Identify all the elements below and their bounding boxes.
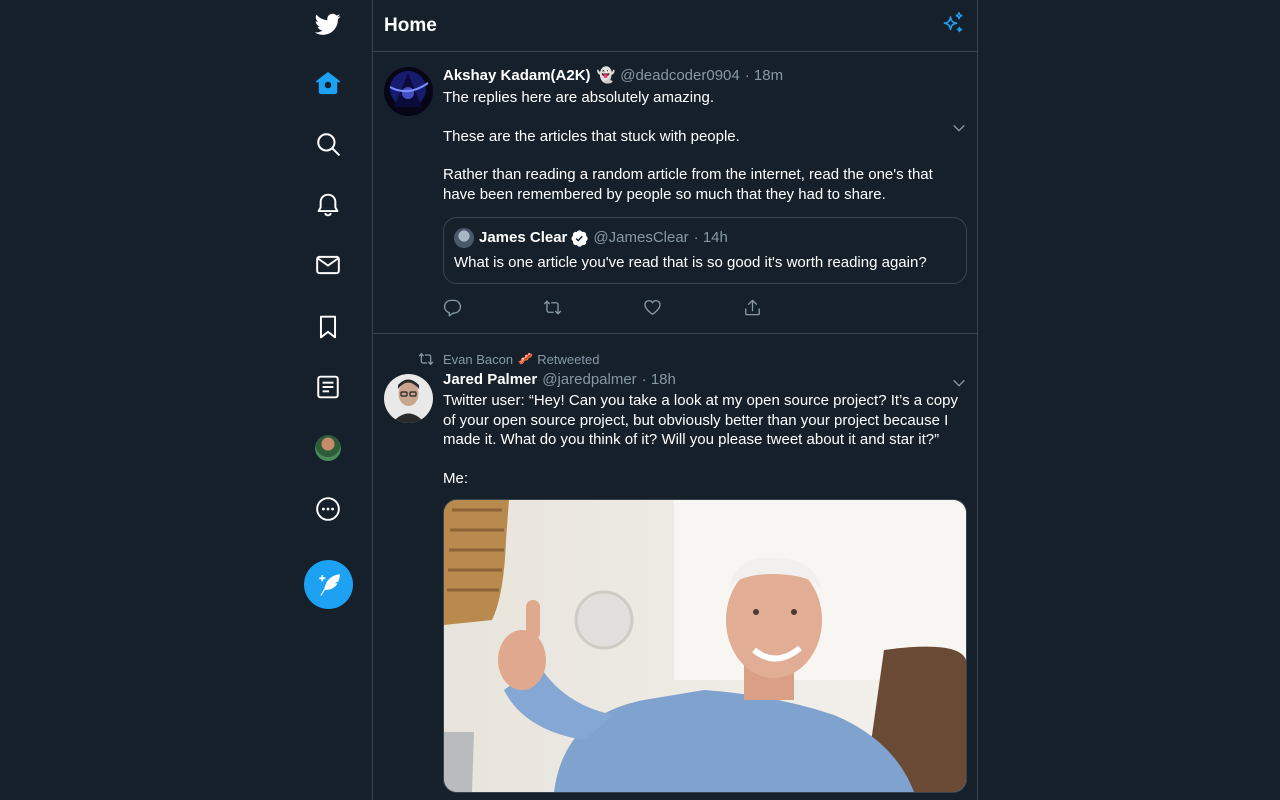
author-handle[interactable]: @jaredpalmer (542, 370, 636, 390)
quoted-tweet[interactable]: James Clear @JamesClear · 14h What is on… (443, 217, 967, 284)
side-navigation (298, 0, 358, 800)
retweet-icon (418, 353, 434, 365)
chevron-down-icon[interactable] (951, 120, 967, 136)
home-icon[interactable] (298, 63, 358, 103)
avatar[interactable] (384, 67, 433, 116)
explore-icon[interactable] (298, 124, 358, 164)
tweet-text: Twitter user: “Hey! Can you take a look … (443, 391, 967, 488)
author-handle[interactable]: @deadcoder0904 (620, 66, 740, 86)
tweet-header: Akshay Kadam(A2K) 👻 @deadcoder0904 · 18m (443, 66, 967, 86)
tweet-paragraph: Twitter user: “Hey! Can you take a look … (443, 392, 958, 448)
chevron-down-icon[interactable] (951, 375, 967, 391)
tweet-image[interactable] (443, 499, 967, 793)
quoted-author-name: James Clear (479, 229, 568, 246)
quoted-tweet-text: What is one article you've read that is … (454, 254, 927, 271)
quoted-tweet-time: · 14h (693, 229, 728, 246)
retweet-icon (543, 300, 562, 315)
compose-tweet-icon (318, 573, 340, 596)
bookmarks-icon[interactable] (298, 307, 358, 347)
tweet-paragraph: These are the articles that stuck with p… (443, 127, 740, 145)
tweet-time[interactable]: · 18m (745, 66, 783, 86)
verified-badge-icon (571, 229, 589, 247)
sparkle-icon[interactable] (941, 11, 965, 40)
compose-tweet-button[interactable] (304, 560, 353, 609)
avatar[interactable] (384, 374, 433, 423)
bacon-emoji: 🥓 (517, 351, 534, 366)
notifications-icon[interactable] (298, 185, 358, 225)
twitter-logo-icon[interactable] (298, 4, 358, 44)
author-name[interactable]: Jared Palmer (443, 370, 537, 390)
home-timeline: Home Akshay Kadam(A2K) 👻 @deadcoder0904 … (372, 0, 978, 800)
quoted-author-handle: @JamesClear (593, 229, 689, 246)
retweeter-name[interactable]: Evan Bacon (443, 352, 513, 367)
lists-icon[interactable] (298, 367, 358, 407)
messages-icon[interactable] (298, 245, 358, 285)
heart-icon (644, 299, 661, 315)
retweeted-label: Retweeted (537, 351, 600, 367)
tweet-paragraph: Rather than reading a random article fro… (443, 166, 933, 203)
reply-icon (443, 299, 462, 317)
retweet-button[interactable] (543, 298, 643, 318)
ghost-emoji: 👻 (596, 67, 616, 84)
reply-button[interactable] (443, 298, 543, 318)
share-button[interactable] (743, 298, 843, 318)
tweet-text: The replies here are absolutely amazing.… (443, 88, 967, 204)
tweet-paragraph: The replies here are absolutely amazing. (443, 89, 714, 106)
tweet[interactable]: Evan Bacon 🥓 Retweeted Jared Palmer @jar… (373, 334, 977, 800)
like-button[interactable] (643, 298, 743, 318)
quoted-tweet-header: James Clear @JamesClear · 14h (454, 228, 956, 248)
tweet-actions (443, 284, 967, 332)
timeline-header: Home (373, 0, 977, 52)
share-icon (745, 299, 760, 316)
tweet-header: Jared Palmer @jaredpalmer · 18h (443, 370, 967, 390)
tweet-time[interactable]: · 18h (642, 370, 676, 390)
author-name[interactable]: Akshay Kadam(A2K) (443, 66, 591, 86)
avatar (454, 228, 474, 248)
page-title: Home (384, 14, 437, 36)
tweet-paragraph: Me: (443, 469, 469, 487)
profile-avatar[interactable] (298, 428, 358, 468)
retweet-context: Evan Bacon 🥓 Retweeted (418, 334, 967, 368)
more-icon[interactable] (298, 489, 358, 529)
tweet[interactable]: Akshay Kadam(A2K) 👻 @deadcoder0904 · 18m… (373, 52, 977, 334)
